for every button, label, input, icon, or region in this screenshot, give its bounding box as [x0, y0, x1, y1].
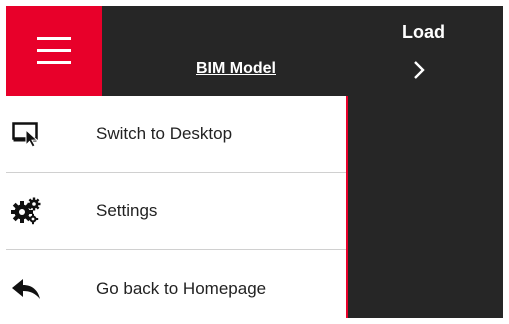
- back-arrow-icon: [8, 271, 44, 307]
- menu-item-label: Go back to Homepage: [96, 278, 267, 298]
- gears-icon: [8, 193, 44, 229]
- menu-item-label: Switch to Desktop: [96, 124, 233, 143]
- side-menu: Switch to Desktop Settings Go back to Ho…: [6, 96, 348, 318]
- load-button[interactable]: Load: [396, 16, 460, 96]
- hamburger-icon: [37, 37, 71, 64]
- desktop-cursor-icon: [8, 116, 44, 152]
- bim-model-link[interactable]: BIM Model: [196, 60, 276, 78]
- menu-item-go-back-homepage[interactable]: Go back to Homepage: [6, 250, 346, 318]
- menu-item-label: Settings: [96, 201, 158, 220]
- load-label: Load: [402, 22, 445, 42]
- menu-toggle-button[interactable]: [6, 6, 102, 96]
- menu-item-switch-to-desktop[interactable]: Switch to Desktop: [6, 96, 346, 173]
- app-window: BIM Model Load Switch to Desktop Setting…: [6, 6, 503, 318]
- chevron-right-icon: [414, 61, 425, 79]
- menu-item-settings[interactable]: Settings: [6, 173, 346, 250]
